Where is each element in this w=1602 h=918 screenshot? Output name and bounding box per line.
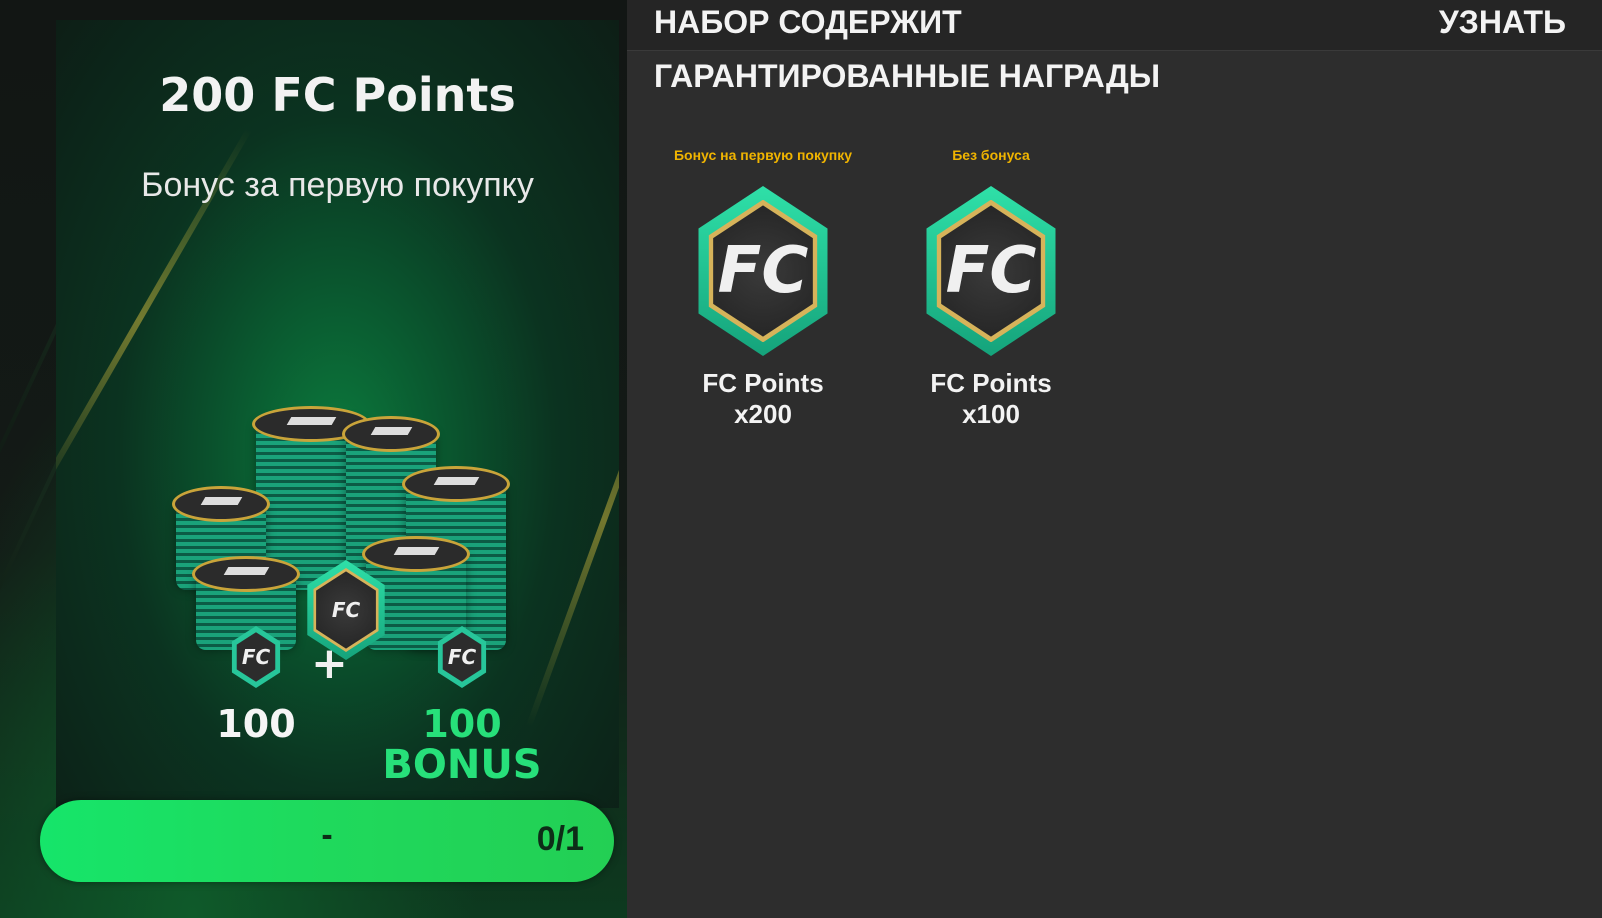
panel-header: НАБОР СОДЕРЖИТ УЗНАТЬ	[627, 0, 1602, 51]
contents-title: НАБОР СОДЕРЖИТ	[654, 4, 962, 40]
purchase-limit: 0/1	[536, 820, 584, 858]
base-points-amount: 100	[216, 702, 296, 746]
reward-quantity: x100	[962, 399, 1020, 429]
reward-tag: Бонус на первую покупку	[673, 147, 853, 163]
plus-icon: +	[311, 638, 348, 689]
reward-item[interactable]: Без бонуса FC FC Points x100	[891, 146, 1091, 430]
fc-points-icon: FC	[916, 186, 1066, 356]
coin-pile-image: FC	[166, 400, 526, 660]
reward-tag: Без бонуса	[952, 147, 1030, 163]
card-glint	[525, 312, 619, 728]
reward-name: FC Points	[702, 368, 824, 398]
pack-title: 200 FC Points	[159, 68, 516, 122]
reward-quantity: x200	[734, 399, 792, 429]
pack-contents-panel: НАБОР СОДЕРЖИТ УЗНАТЬ ГАРАНТИРОВАННЫЕ НА…	[627, 0, 1602, 918]
bonus-points-amount: 100	[422, 702, 502, 746]
fc-points-icon: FC	[688, 186, 838, 356]
guaranteed-rewards-title: ГАРАНТИРОВАННЫЕ НАГРАДЫ	[654, 58, 1161, 94]
learn-more-link[interactable]: УЗНАТЬ	[1439, 4, 1566, 41]
buy-price: -	[321, 816, 333, 854]
bonus-label: BONUS	[382, 742, 542, 788]
reward-item[interactable]: Бонус на первую покупку FC FC Points x20…	[663, 146, 863, 430]
reward-name: FC Points	[930, 368, 1052, 398]
buy-button[interactable]: - 0/1	[40, 800, 614, 882]
pack-subtitle: Бонус за первую покупку	[141, 166, 534, 204]
pack-card[interactable]: 200 FC Points Бонус за первую покупку FC…	[56, 20, 619, 808]
